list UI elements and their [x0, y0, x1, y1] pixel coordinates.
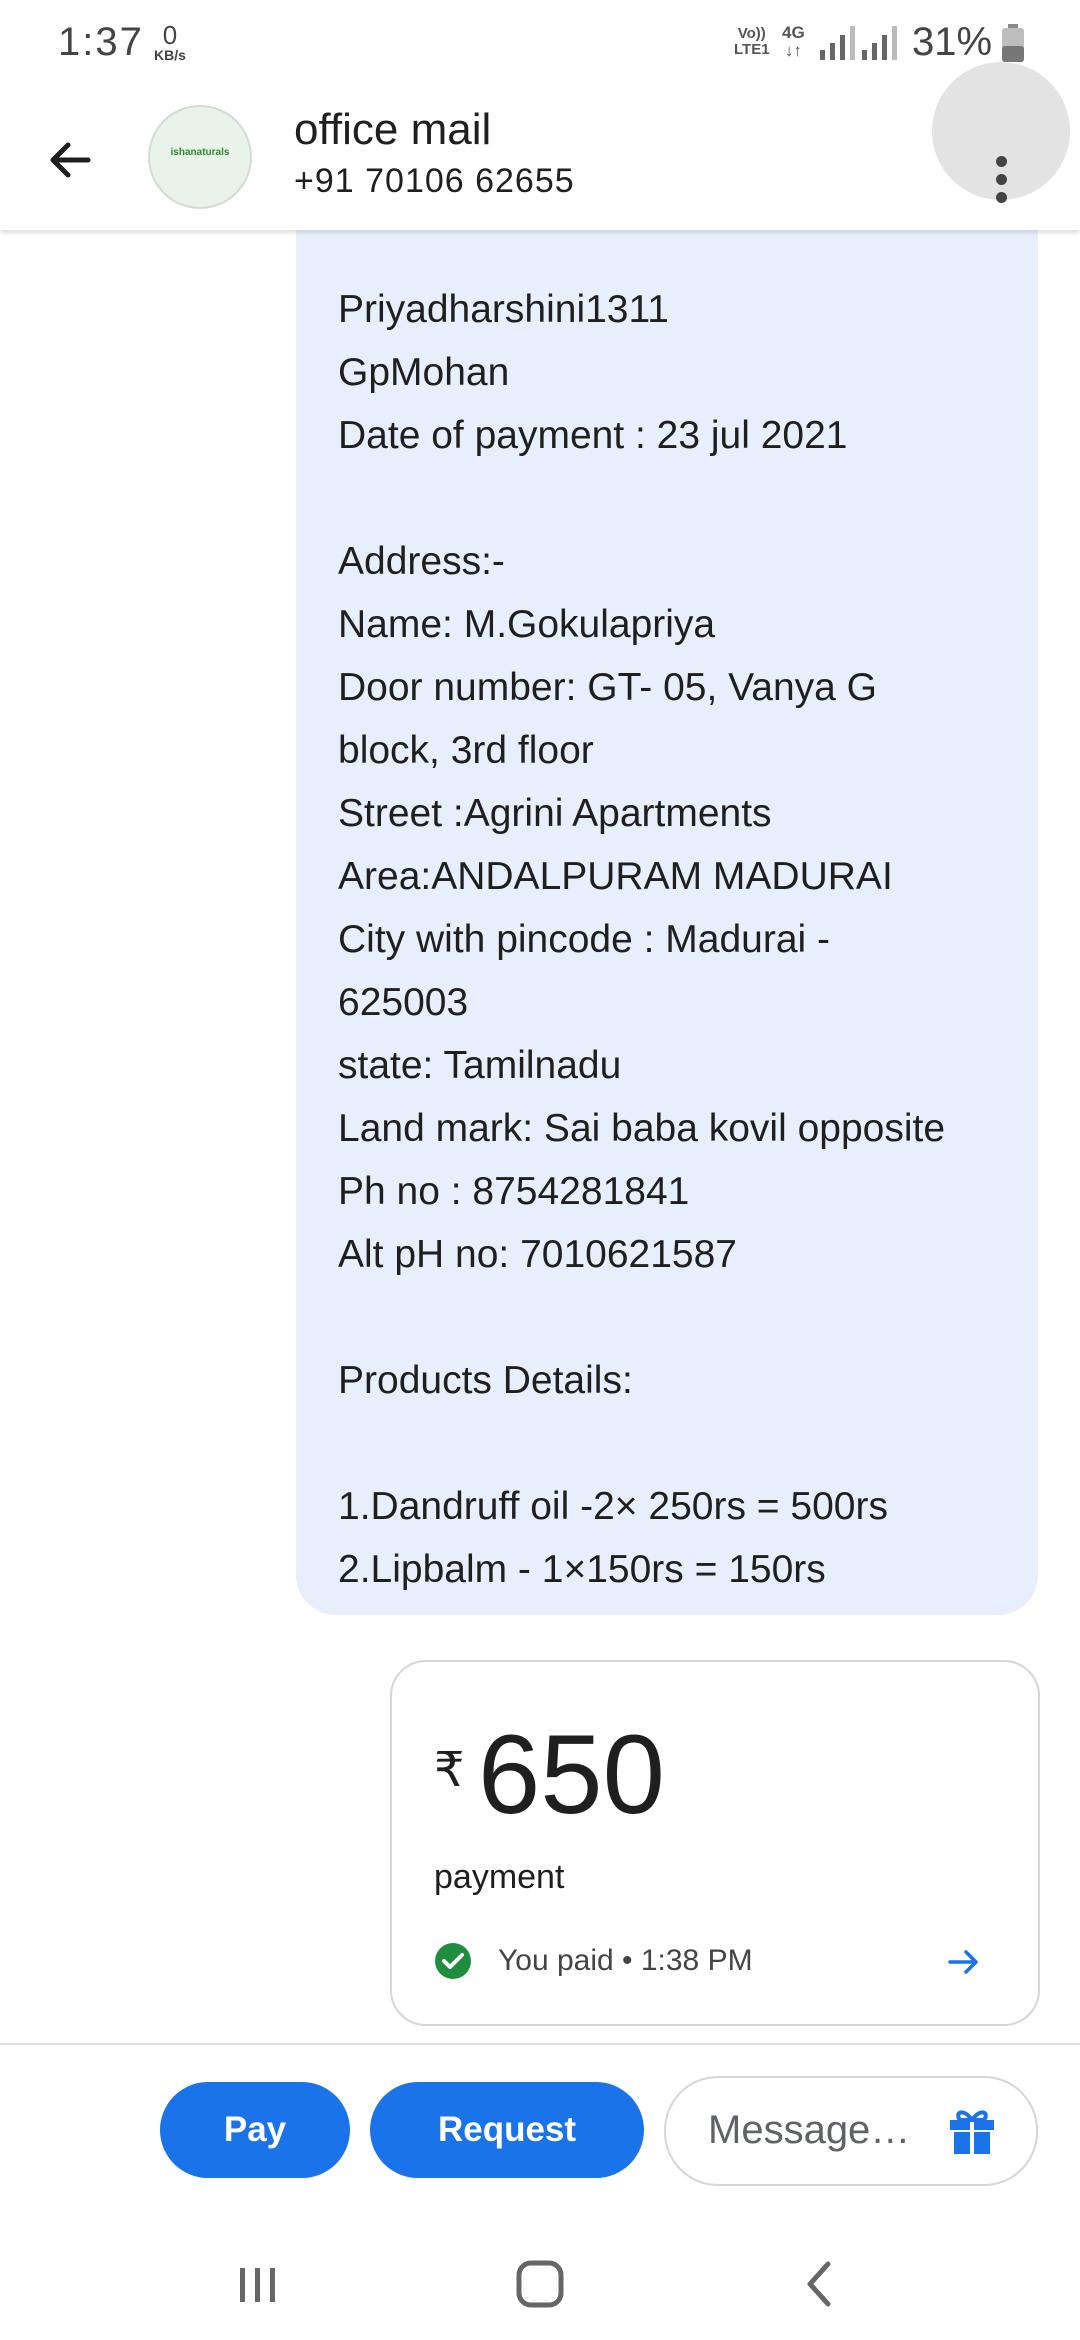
pay-button[interactable]: Pay: [160, 2082, 350, 2178]
network-type-label: 4G: [782, 23, 805, 42]
message-line: Ph no : 8754281841: [338, 1170, 690, 1213]
payment-status: You paid • 1:38 PM: [498, 1944, 753, 1977]
composer-divider: [0, 2043, 1080, 2045]
system-navigation-bar: [0, 2220, 1080, 2340]
message-line: 625003: [338, 981, 469, 1024]
volte-indicator: Vo)) LTE1: [734, 26, 770, 58]
message-line: Address:-: [338, 540, 505, 583]
message-line: state: Tamilnadu: [338, 1044, 622, 1087]
message-line: block, 3rd floor: [338, 729, 594, 772]
arrow-left-icon[interactable]: [40, 130, 100, 190]
network-type-indicator: 4G ↓↑: [782, 24, 805, 60]
recents-icon[interactable]: [228, 2254, 288, 2314]
request-button[interactable]: Request: [370, 2082, 644, 2178]
check-circle-icon: [435, 1943, 471, 1979]
arrow-right-icon[interactable]: [944, 1942, 984, 1982]
message-line: Priyadharshini1311: [338, 288, 669, 331]
message-line: Street :Agrini Apartments: [338, 792, 772, 835]
more-vertical-icon: [996, 156, 1007, 167]
battery-icon: [1002, 24, 1024, 62]
currency-symbol: ₹: [434, 1744, 465, 1797]
network-speed-unit: KB/s: [154, 47, 186, 63]
status-time: 1:37: [58, 20, 144, 64]
network-speed: 0 KB/s: [150, 22, 190, 62]
home-icon[interactable]: [510, 2254, 570, 2314]
contact-phone: +91 70106 62655: [294, 162, 575, 200]
message-line: Name: M.Gokulapriya: [338, 603, 716, 646]
more-vertical-icon-dot: [996, 192, 1007, 203]
message-line: 2.Lipbalm - 1×150rs = 150rs: [338, 1548, 826, 1591]
volte-label: Vo)): [737, 25, 766, 42]
message-line: Door number: GT- 05, Vanya G: [338, 666, 878, 709]
message-line: City with pincode : Madurai -: [338, 918, 831, 961]
conversation-header: ishanaturals office mail +91 70106 62655: [0, 62, 1080, 230]
message-placeholder: Message…: [708, 2108, 911, 2152]
back-icon[interactable]: [790, 2254, 850, 2314]
avatar-logo-text: ishanaturals: [170, 147, 230, 158]
message-line: Alt pH no: 7010621587: [338, 1233, 737, 1276]
message-bubble[interactable]: Priyadharshini1311 GpMohan Date of payment…: [296, 200, 1038, 1615]
contact-name[interactable]: office mail: [294, 105, 491, 155]
lte-label: LTE1: [734, 41, 770, 58]
avatar[interactable]: ishanaturals: [148, 105, 252, 209]
message-input[interactable]: Message…: [664, 2076, 1038, 2186]
battery-percent: 31%: [912, 20, 993, 64]
message-line: Date of payment : 23 jul 2021: [338, 414, 848, 457]
network-speed-value: 0: [162, 20, 178, 50]
message-line: GpMohan: [338, 351, 510, 394]
signal-strength-icon: [820, 26, 855, 60]
signal-strength-icon: [862, 26, 897, 60]
message-line: Land mark: Sai baba kovil opposite: [338, 1107, 946, 1150]
payment-label: payment: [434, 1858, 565, 1896]
message-line: Products Details:: [338, 1359, 633, 1402]
payment-amount: 650: [478, 1712, 665, 1837]
more-options-button[interactable]: [932, 62, 1070, 203]
message-line: 1.Dandruff oil -2× 250rs = 500rs: [338, 1485, 888, 1528]
more-vertical-icon-dot: [996, 174, 1007, 185]
gift-icon[interactable]: [946, 2104, 998, 2156]
payment-status-row: You paid • 1:38 PM: [434, 1940, 994, 1982]
data-activity-icon: ↓↑: [784, 41, 802, 60]
status-bar: 1:37 0 KB/s Vo)) LTE1 4G ↓↑ 31%: [0, 0, 1080, 90]
message-line: Area:ANDALPURAM MADURAI: [338, 855, 893, 898]
payment-card[interactable]: ₹ 650 payment You paid • 1:38 PM: [390, 1660, 1040, 2026]
